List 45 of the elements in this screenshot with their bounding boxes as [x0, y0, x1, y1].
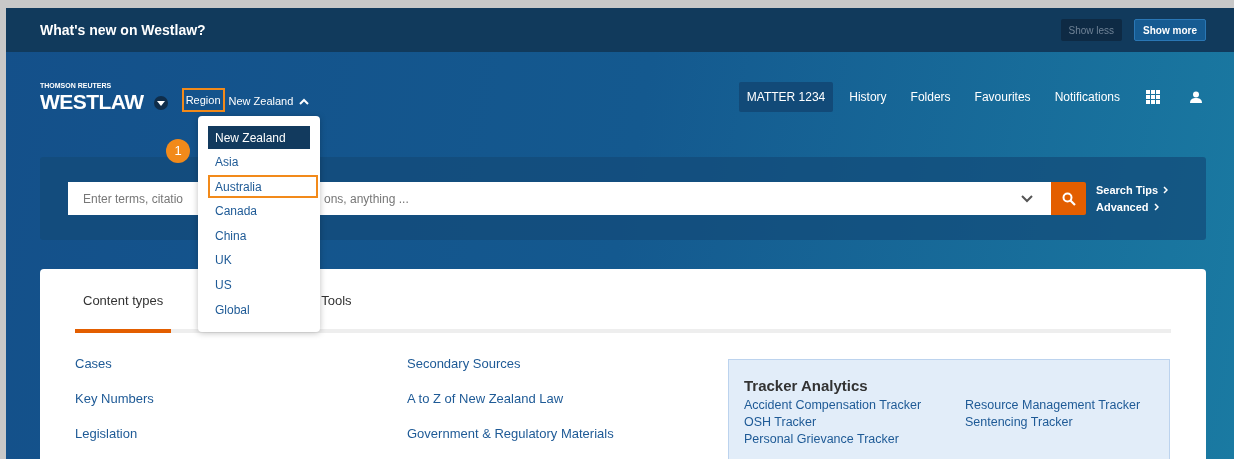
- region-option[interactable]: New Zealand: [208, 126, 310, 149]
- chevron-down-icon[interactable]: [1021, 194, 1033, 203]
- content-link[interactable]: Legislation: [75, 423, 138, 444]
- region-selector[interactable]: New Zealand: [228, 90, 310, 112]
- caret-icon[interactable]: [153, 96, 168, 110]
- tracker-link[interactable]: Accident Compensation Tracker: [744, 397, 965, 414]
- content-link[interactable]: A to Z of New Zealand Law: [407, 388, 564, 409]
- chevron-right-icon: [1153, 203, 1159, 211]
- region-option[interactable]: Asia: [208, 150, 310, 174]
- region-option[interactable]: China: [208, 224, 310, 248]
- user-icon[interactable]: [1190, 91, 1202, 103]
- nav-link[interactable]: Folders: [902, 88, 959, 106]
- region-option[interactable]: Global: [208, 298, 310, 322]
- westlaw-logo: WESTLAW: [40, 91, 144, 112]
- content-link[interactable]: Secondary Sources: [407, 353, 521, 374]
- banner-button[interactable]: Show more: [1134, 19, 1206, 41]
- region-option[interactable]: UK: [208, 248, 310, 272]
- region-label[interactable]: Region: [181, 88, 225, 112]
- chevron-up-icon: [299, 97, 310, 105]
- nav-link[interactable]: Notifications: [1046, 88, 1128, 106]
- nav-link[interactable]: History: [841, 88, 895, 106]
- tab[interactable]: Content types: [75, 273, 172, 333]
- tracker-link[interactable]: OSH Tracker: [744, 414, 965, 431]
- region-option[interactable]: US: [208, 273, 310, 297]
- tracker-link[interactable]: Personal Grievance Tracker: [744, 431, 965, 448]
- chevron-right-icon: [1163, 186, 1169, 194]
- content-link[interactable]: Key Numbers: [75, 388, 154, 409]
- tracker-link[interactable]: Sentencing Tracker: [965, 414, 1141, 431]
- tracker-link[interactable]: Resource Management Tracker: [965, 397, 1141, 414]
- matter-button[interactable]: MATTER 1234: [738, 82, 834, 112]
- search-icon: [1061, 191, 1076, 206]
- banner-title: What's new on Westlaw?: [40, 20, 207, 40]
- apps-grid-icon[interactable]: [1146, 90, 1160, 104]
- nav-link[interactable]: Favourites: [966, 88, 1039, 106]
- search-link[interactable]: Search Tips: [1096, 181, 1186, 199]
- tracker-title: Tracker Analytics: [744, 376, 869, 396]
- placeholder-text: ons, anything ...: [324, 190, 409, 208]
- tab[interactable]: Tools: [321, 273, 360, 333]
- step-badge: 1: [166, 139, 190, 163]
- placeholder-text: Enter terms, citatio: [83, 191, 184, 206]
- search-link[interactable]: Advanced: [1096, 198, 1186, 216]
- content-link[interactable]: Cases: [75, 353, 112, 374]
- content-link[interactable]: Government & Regulatory Materials: [407, 423, 614, 444]
- region-option[interactable]: Australia: [208, 175, 318, 199]
- search-button[interactable]: [1051, 182, 1086, 215]
